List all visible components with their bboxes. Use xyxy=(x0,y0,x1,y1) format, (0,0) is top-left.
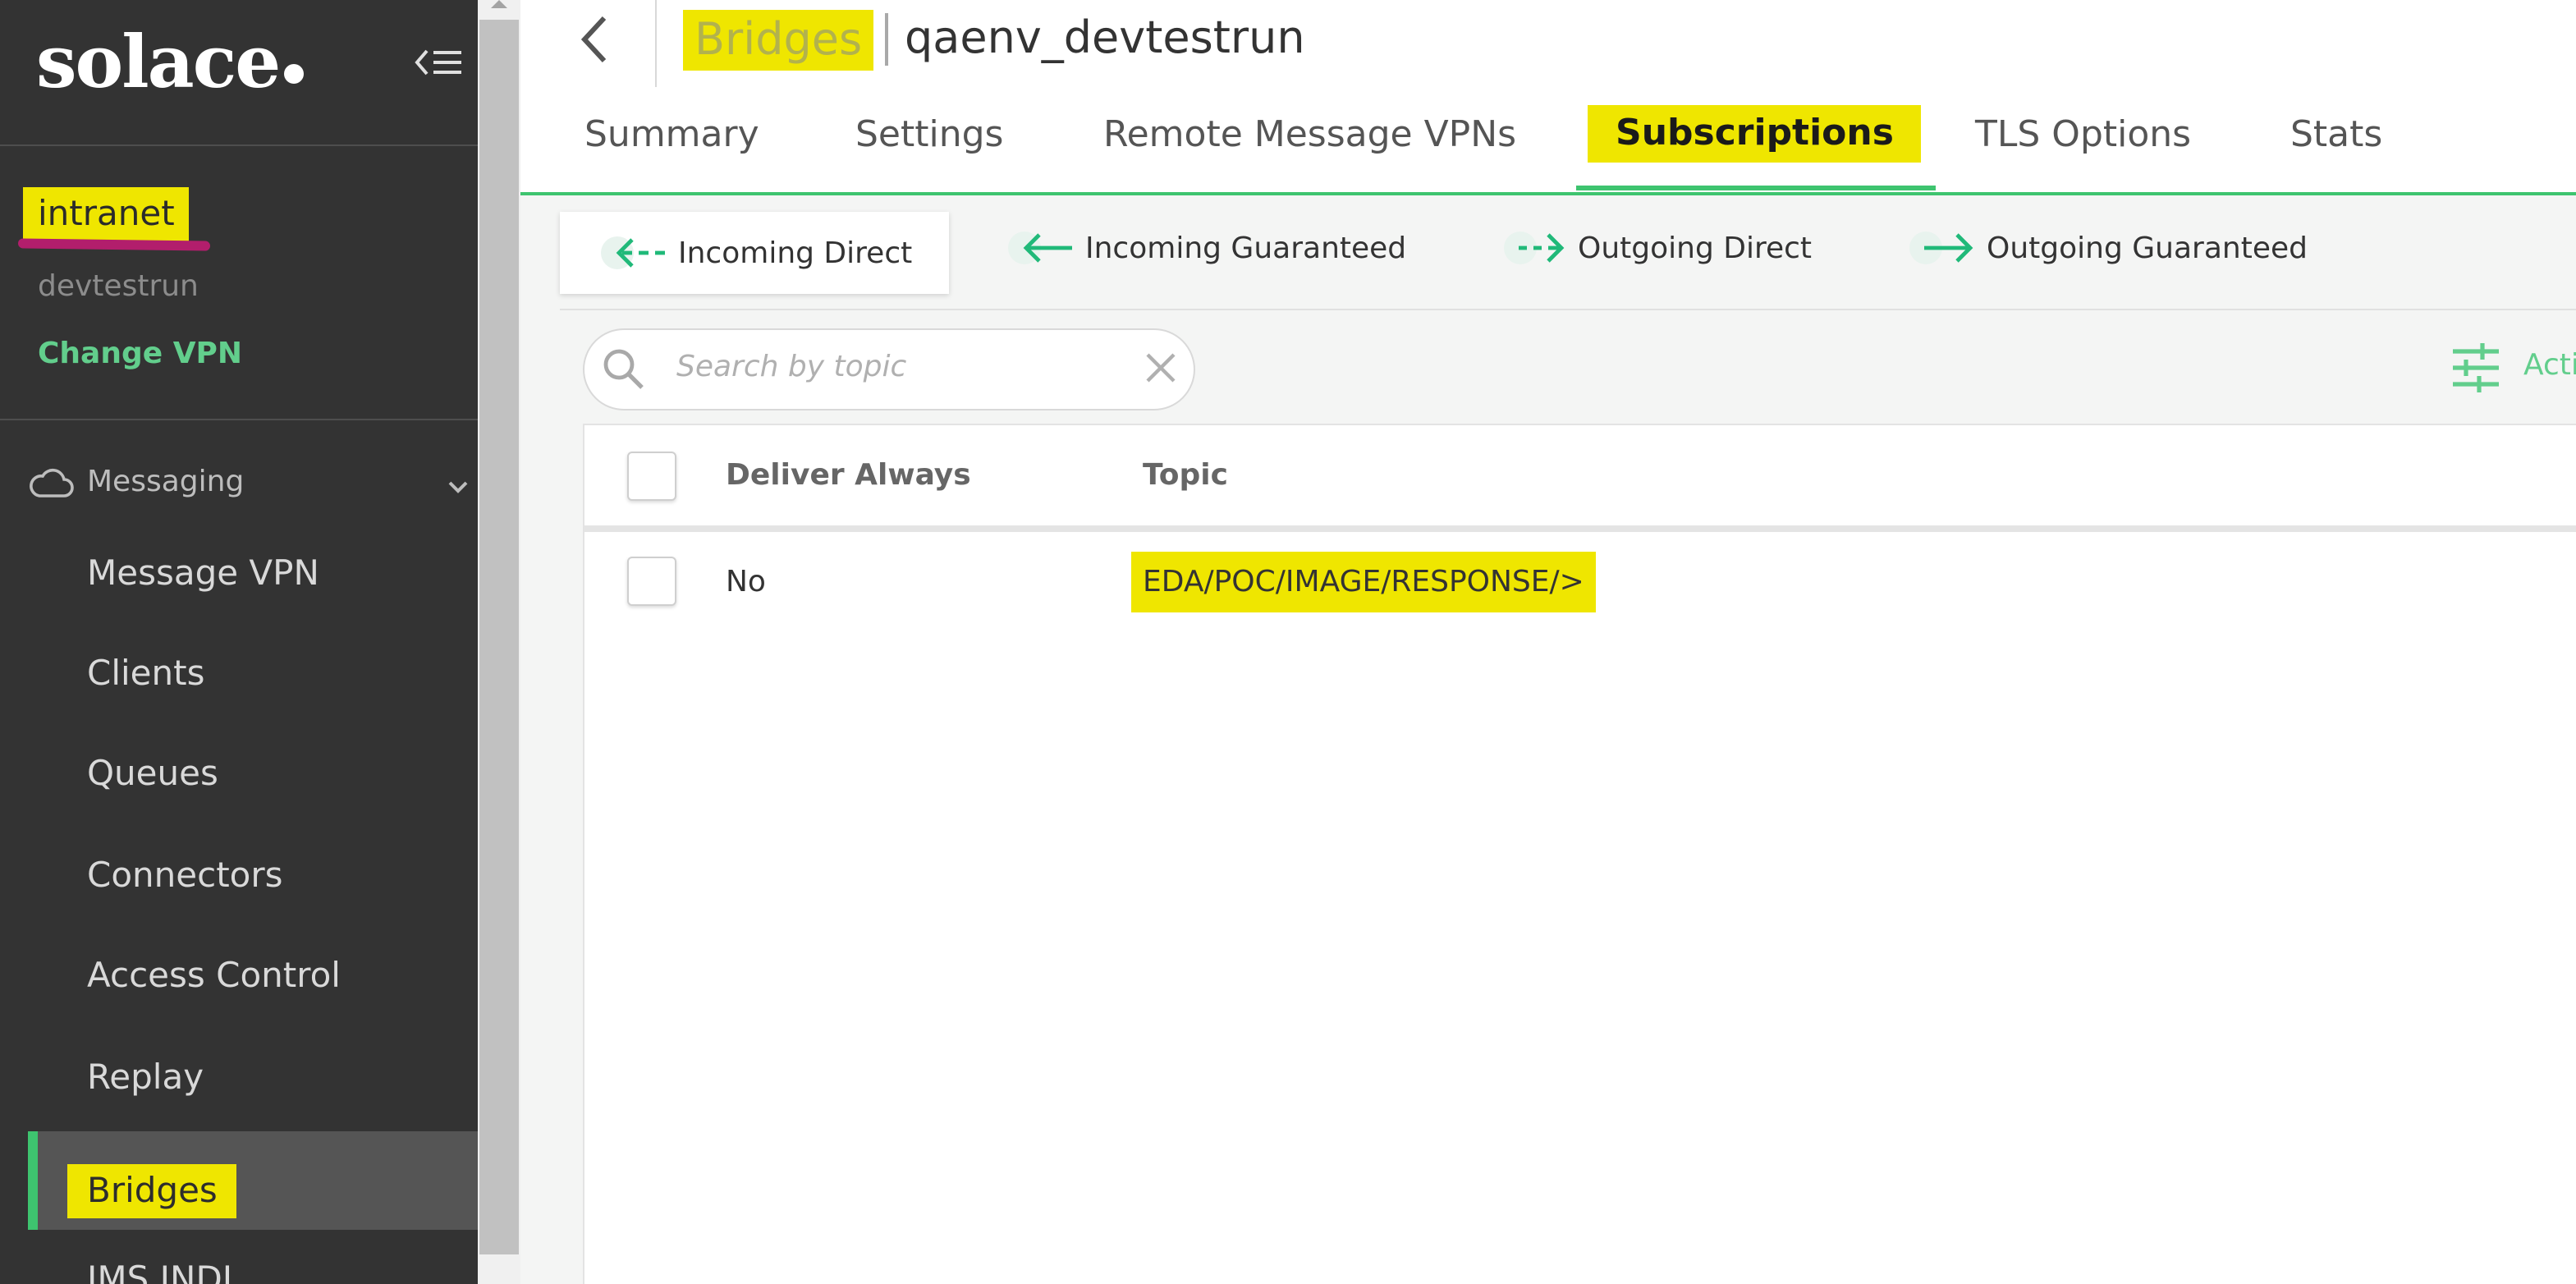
sidebar-item-access-control[interactable]: Access Control xyxy=(0,929,478,1028)
arrow-right-icon xyxy=(1908,230,1977,266)
topic-cell[interactable]: EDA/POC/IMAGE/RESPONSE/> xyxy=(1131,552,1596,612)
subtab-label: Outgoing Direct xyxy=(1578,231,1813,265)
actions-label: Acti xyxy=(2523,348,2576,383)
breadcrumb-separator xyxy=(885,13,888,66)
sidebar-item-label: Clients xyxy=(87,653,205,693)
arrow-left-dashed-icon xyxy=(599,235,668,271)
messaging-group-label: Messaging xyxy=(87,465,245,499)
close-icon[interactable] xyxy=(1143,350,1179,386)
sidebar-item-jms-jndi[interactable]: JMS JNDI xyxy=(0,1233,478,1284)
vpn-subtitle: devtestrun xyxy=(38,269,199,304)
column-header-topic[interactable]: Topic xyxy=(1143,458,1228,493)
page-title: qaenv_devtestrun xyxy=(905,13,1305,64)
sidebar-item-label: Replay xyxy=(87,1057,204,1097)
subtab-outgoing-guaranteed[interactable]: Outgoing Guaranteed xyxy=(1908,218,2308,277)
tab-remote-message-vpns[interactable]: Remote Message VPNs xyxy=(1103,115,1516,156)
column-header-deliver-always[interactable]: Deliver Always xyxy=(726,458,971,493)
app-window: solace intranet devtestrun Change VPN Me… xyxy=(0,0,2576,1284)
tab-subscriptions[interactable]: Subscriptions xyxy=(1588,105,1922,163)
active-tab-underline xyxy=(1576,186,1936,190)
logo-dot xyxy=(284,64,305,84)
sidebar-item-replay[interactable]: Replay xyxy=(0,1031,478,1130)
header-divider xyxy=(584,525,2576,532)
sidebar-item-label: Bridges xyxy=(67,1164,237,1218)
change-vpn-link[interactable]: Change VPN xyxy=(38,337,242,371)
sidebar-item-queues[interactable]: Queues xyxy=(0,727,478,826)
tab-stats[interactable]: Stats xyxy=(2290,115,2382,156)
tab-summary[interactable]: Summary xyxy=(584,115,759,156)
search-box[interactable] xyxy=(583,328,1195,410)
scrollbar-thumb[interactable] xyxy=(479,20,519,1254)
sidebar-item-clients[interactable]: Clients xyxy=(0,627,478,726)
subtab-label: Outgoing Guaranteed xyxy=(1987,231,2308,265)
sidebar-divider xyxy=(0,419,478,420)
sidebar-item-label: JMS JNDI xyxy=(87,1259,233,1284)
sidebar-divider xyxy=(0,144,478,146)
cloud-icon xyxy=(26,465,76,507)
search-input[interactable] xyxy=(676,350,1120,384)
sidebar-item-label: Connectors xyxy=(87,855,283,895)
tab-tls-options[interactable]: TLS Options xyxy=(1975,115,2191,156)
scroll-up-icon[interactable] xyxy=(491,0,507,8)
sidebar-item-connectors[interactable]: Connectors xyxy=(0,829,478,928)
header-divider xyxy=(655,0,657,87)
select-all-checkbox[interactable] xyxy=(627,452,676,501)
back-button[interactable] xyxy=(568,10,624,72)
search-icon xyxy=(601,346,647,392)
subscriptions-panel: Incoming Direct Incoming Guaranteed Outg… xyxy=(520,195,2576,1284)
breadcrumb-bridges[interactable]: Bridges xyxy=(683,10,874,71)
subtab-label: Incoming Guaranteed xyxy=(1085,231,1407,265)
arrow-right-dashed-icon xyxy=(1502,230,1568,266)
sidebar-scrollbar[interactable] xyxy=(478,0,520,1284)
actions-button[interactable]: Acti xyxy=(2446,338,2576,397)
sidebar-item-message-vpn[interactable]: Message VPN xyxy=(0,527,478,626)
sliders-icon xyxy=(2450,342,2502,401)
sidebar: solace intranet devtestrun Change VPN Me… xyxy=(0,0,478,1284)
collapse-sidebar-icon[interactable] xyxy=(412,39,465,85)
sidebar-item-label: Message VPN xyxy=(87,553,319,593)
messaging-group[interactable]: Messaging xyxy=(26,458,478,511)
row-checkbox[interactable] xyxy=(627,557,676,606)
logo-text: solace xyxy=(36,21,281,105)
subscriptions-table: Deliver Always Topic No EDA/POC/IMAGE/RE… xyxy=(583,424,2576,1284)
tab-settings[interactable]: Settings xyxy=(855,115,1003,156)
table-header: Deliver Always Topic xyxy=(584,425,2576,525)
subtab-incoming-guaranteed[interactable]: Incoming Guaranteed xyxy=(1006,218,1406,277)
arrow-left-icon xyxy=(1006,230,1075,266)
subtab-incoming-direct[interactable]: Incoming Direct xyxy=(560,212,949,294)
deliver-always-cell: No xyxy=(726,565,766,599)
sidebar-item-label: Access Control xyxy=(87,956,341,995)
solace-logo: solace xyxy=(36,20,305,108)
subtabs-divider xyxy=(560,309,2576,310)
tab-bar: Summary Settings Remote Message VPNs Sub… xyxy=(520,102,2576,197)
vpn-underline-annotation xyxy=(17,238,211,251)
vpn-name: intranet xyxy=(23,187,190,241)
sidebar-item-bridges[interactable]: Bridges xyxy=(28,1131,478,1230)
subtab-outgoing-direct[interactable]: Outgoing Direct xyxy=(1502,218,1812,277)
subtab-label: Incoming Direct xyxy=(678,236,913,270)
sidebar-item-label: Queues xyxy=(87,754,218,793)
active-indicator xyxy=(28,1131,38,1230)
chevron-down-icon xyxy=(447,471,470,502)
chevron-left-icon xyxy=(580,16,607,63)
